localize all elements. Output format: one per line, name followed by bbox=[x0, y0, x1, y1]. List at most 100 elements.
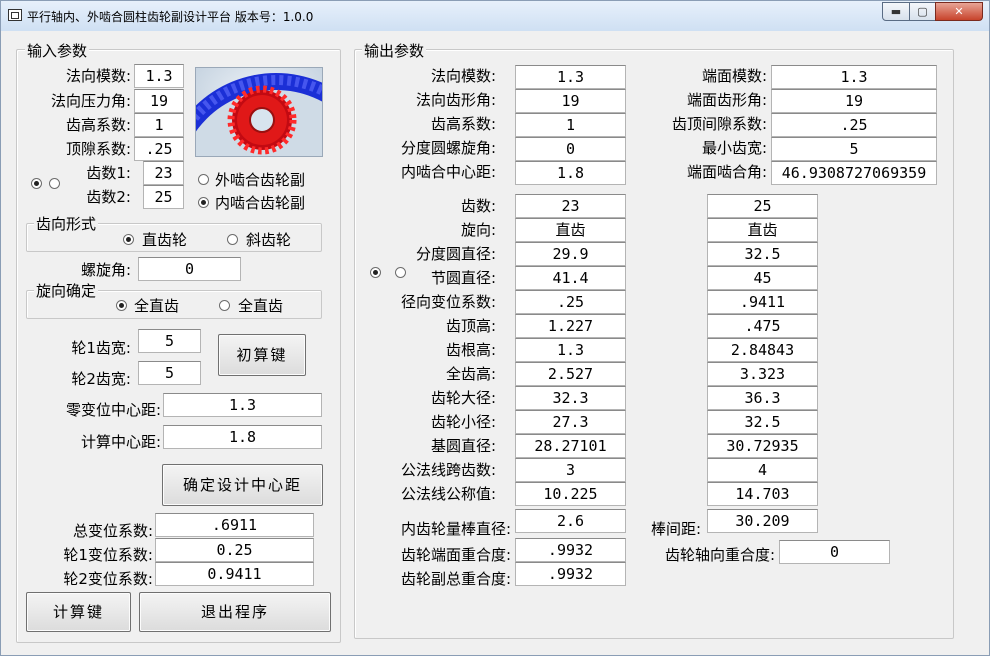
table-row-gear2-value[interactable]: 45 bbox=[707, 266, 818, 290]
table-row-gear2-value[interactable]: .475 bbox=[707, 314, 818, 338]
input-teeth2-field[interactable]: 25 bbox=[143, 185, 184, 209]
calc-button[interactable]: 计算键 bbox=[26, 592, 131, 632]
table-row-gear1-value[interactable]: 直齿 bbox=[515, 218, 626, 242]
helix-angle-label: 螺旋角: bbox=[80, 261, 131, 279]
table-row-gear1-value[interactable]: 1.227 bbox=[515, 314, 626, 338]
input-addendum-coef-label: 齿高系数: bbox=[65, 116, 131, 134]
input-clearance-coef-field[interactable]: .25 bbox=[134, 137, 184, 161]
helical-gear-label: 斜齿轮 bbox=[246, 231, 292, 249]
out-addendum-coef-field[interactable]: 1 bbox=[515, 113, 626, 137]
table-row-label: 齿数: bbox=[460, 197, 496, 215]
helix-angle-field[interactable]: 0 bbox=[138, 257, 241, 281]
out-tip-clearance-coef-field[interactable]: .25 bbox=[771, 113, 937, 137]
axial-contact-ratio-field[interactable]: 0 bbox=[779, 540, 890, 564]
table-row-gear1-value[interactable]: .25 bbox=[515, 290, 626, 314]
out-transverse-module-field[interactable]: 1.3 bbox=[771, 65, 937, 89]
out-ref-helix-angle-field[interactable]: 0 bbox=[515, 137, 626, 161]
table-row-gear2-value[interactable]: 3.323 bbox=[707, 362, 818, 386]
table-row-gear2-value[interactable]: 直齿 bbox=[707, 218, 818, 242]
rod-diameter-field[interactable]: 2.6 bbox=[515, 509, 626, 533]
table-row-gear1-value[interactable]: 3 bbox=[515, 458, 626, 482]
shift2-field[interactable]: 0.9411 bbox=[155, 562, 314, 586]
pitch-circle-radio-a[interactable] bbox=[370, 267, 381, 278]
axial-contact-ratio-label: 齿轮轴向重合度: bbox=[664, 546, 775, 564]
table-row-gear1-value[interactable]: 27.3 bbox=[515, 410, 626, 434]
helical-gear-radio[interactable] bbox=[227, 234, 238, 245]
out-internal-center-field[interactable]: 1.8 bbox=[515, 161, 626, 185]
close-button[interactable]: ✕ bbox=[935, 2, 983, 21]
out-tip-clearance-coef-label: 齿顶间隙系数: bbox=[671, 115, 767, 133]
table-row-gear1-value[interactable]: 28.27101 bbox=[515, 434, 626, 458]
output-group-legend: 输出参数 bbox=[362, 40, 427, 61]
table-row-gear2-value[interactable]: 32.5 bbox=[707, 242, 818, 266]
input-clearance-coef-label: 顶隙系数: bbox=[65, 140, 131, 158]
pitch-circle-radio-b[interactable] bbox=[395, 267, 406, 278]
hand-option-2-radio[interactable] bbox=[219, 300, 230, 311]
external-mesh-radio[interactable] bbox=[198, 174, 209, 185]
shift1-field[interactable]: 0.25 bbox=[155, 538, 314, 562]
total-contact-ratio-label: 齿轮副总重合度: bbox=[400, 570, 511, 588]
table-row-gear2-value[interactable]: 36.3 bbox=[707, 386, 818, 410]
table-row-gear2-value[interactable]: 2.84843 bbox=[707, 338, 818, 362]
teeth-radio-a[interactable] bbox=[31, 178, 42, 189]
transverse-contact-ratio-field[interactable]: .9932 bbox=[515, 538, 626, 562]
table-row-gear1-value[interactable]: 32.3 bbox=[515, 386, 626, 410]
table-row-label: 全齿高: bbox=[445, 365, 496, 383]
table-row-gear1-value[interactable]: 1.3 bbox=[515, 338, 626, 362]
out-normal-module-field[interactable]: 1.3 bbox=[515, 65, 626, 89]
title-bar: 平行轴内、外啮合圆柱齿轮副设计平台 版本号：1.0.0 ▬ ▢ ✕ bbox=[1, 1, 989, 31]
internal-mesh-radio[interactable] bbox=[198, 197, 209, 208]
minimize-button[interactable]: ▬ bbox=[882, 2, 910, 21]
total-contact-ratio-field[interactable]: .9932 bbox=[515, 562, 626, 586]
initial-calc-button[interactable]: 初算键 bbox=[218, 334, 306, 376]
out-normal-profile-angle-field[interactable]: 19 bbox=[515, 89, 626, 113]
table-row-gear2-value[interactable]: .9411 bbox=[707, 290, 818, 314]
confirm-center-button[interactable]: 确定设计中心距 bbox=[162, 464, 323, 506]
table-row-gear1-value[interactable]: 29.9 bbox=[515, 242, 626, 266]
rod-distance-field[interactable]: 30.209 bbox=[707, 509, 818, 533]
table-row-gear1-value[interactable]: 23 bbox=[515, 194, 626, 218]
table-row-gear2-value[interactable]: 14.703 bbox=[707, 482, 818, 506]
total-shift-label: 总变位系数: bbox=[72, 522, 153, 540]
shift1-label: 轮1变位系数: bbox=[63, 546, 153, 564]
table-row-gear2-value[interactable]: 32.5 bbox=[707, 410, 818, 434]
width1-field[interactable]: 5 bbox=[138, 329, 201, 353]
input-normal-module-field[interactable]: 1.3 bbox=[134, 64, 184, 88]
gear-illustration bbox=[196, 68, 322, 156]
out-transverse-mesh-angle-field[interactable]: 46.9308727069359 bbox=[771, 161, 937, 185]
input-normal-module-label: 法向模数: bbox=[65, 67, 131, 85]
exit-button[interactable]: 退出程序 bbox=[139, 592, 331, 632]
out-transverse-profile-angle-label: 端面齿形角: bbox=[686, 91, 767, 109]
width2-label: 轮2齿宽: bbox=[71, 370, 131, 388]
transverse-contact-ratio-label: 齿轮端面重合度: bbox=[400, 546, 511, 564]
total-shift-field[interactable]: .6911 bbox=[155, 513, 314, 537]
input-pressure-angle-field[interactable]: 19 bbox=[134, 89, 184, 113]
table-row-gear1-value[interactable]: 2.527 bbox=[515, 362, 626, 386]
table-row-label: 公法线跨齿数: bbox=[400, 461, 496, 479]
input-teeth1-field[interactable]: 23 bbox=[143, 161, 184, 185]
table-row-label: 齿轮大径: bbox=[430, 389, 496, 407]
window-title: 平行轴内、外啮合圆柱齿轮副设计平台 版本号：1.0.0 bbox=[27, 10, 314, 24]
table-row-label: 齿轮小径: bbox=[430, 413, 496, 431]
table-row-gear2-value[interactable]: 4 bbox=[707, 458, 818, 482]
table-row-gear2-value[interactable]: 25 bbox=[707, 194, 818, 218]
table-row-gear1-value[interactable]: 41.4 bbox=[515, 266, 626, 290]
out-transverse-profile-angle-field[interactable]: 19 bbox=[771, 89, 937, 113]
table-row-label: 齿顶高: bbox=[445, 317, 496, 335]
external-mesh-label: 外啮合齿轮副 bbox=[215, 171, 306, 189]
out-min-teeth-label: 最小齿宽: bbox=[701, 139, 767, 157]
out-min-teeth-field[interactable]: 5 bbox=[771, 137, 937, 161]
table-row-gear2-value[interactable]: 30.72935 bbox=[707, 434, 818, 458]
table-row-gear1-value[interactable]: 10.225 bbox=[515, 482, 626, 506]
calc-center-field[interactable]: 1.8 bbox=[163, 425, 322, 449]
shift2-label: 轮2变位系数: bbox=[63, 570, 153, 588]
out-normal-module-label: 法向模数: bbox=[430, 67, 496, 85]
input-teeth2-label: 齿数2: bbox=[86, 188, 131, 206]
zero-shift-center-field[interactable]: 1.3 bbox=[163, 393, 322, 417]
spur-gear-radio[interactable] bbox=[123, 234, 134, 245]
input-addendum-coef-field[interactable]: 1 bbox=[134, 113, 184, 137]
table-row-label: 旋向: bbox=[460, 221, 496, 239]
width2-field[interactable]: 5 bbox=[138, 361, 201, 385]
maximize-button[interactable]: ▢ bbox=[909, 2, 936, 21]
hand-option-1-radio[interactable] bbox=[116, 300, 127, 311]
